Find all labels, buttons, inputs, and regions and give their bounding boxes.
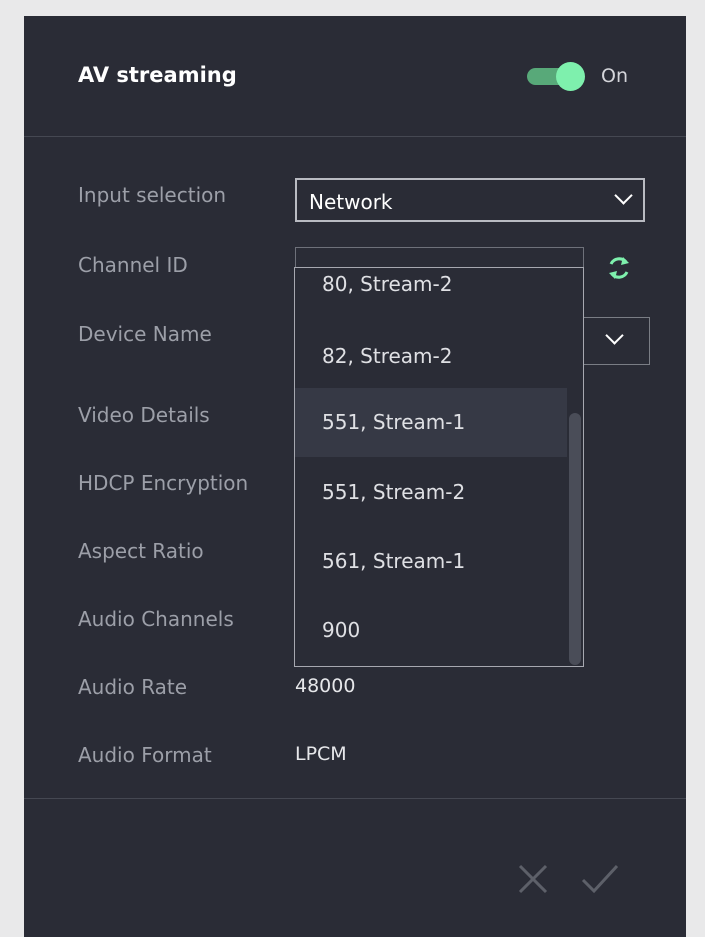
toggle-state-label: On	[601, 65, 628, 87]
dropdown-option[interactable]: 561, Stream-1	[295, 527, 567, 596]
audio-rate-value: 48000	[295, 675, 356, 697]
channel-id-label: Channel ID	[78, 253, 188, 277]
device-name-select[interactable]	[583, 317, 650, 365]
input-selection-select[interactable]: Network	[295, 178, 645, 222]
video-details-label: Video Details	[78, 403, 210, 427]
aspect-ratio-label: Aspect Ratio	[78, 539, 204, 563]
dropdown-option[interactable]: 900	[295, 596, 567, 665]
check-icon[interactable]	[580, 862, 620, 896]
channel-id-dropdown-list[interactable]: 80, Stream-2 82, Stream-2 551, Stream-1 …	[294, 267, 584, 667]
refresh-icon[interactable]	[604, 253, 634, 283]
input-selection-label: Input selection	[78, 183, 227, 207]
close-icon[interactable]	[516, 862, 550, 896]
chevron-down-icon	[614, 186, 633, 205]
dropdown-scrollbar[interactable]	[569, 413, 581, 665]
dropdown-option[interactable]: 82, Stream-2	[295, 322, 567, 391]
audio-format-label: Audio Format	[78, 743, 212, 767]
footer-divider	[24, 798, 686, 799]
av-streaming-panel: AV streaming On Input selection Channel …	[24, 16, 686, 937]
panel-title: AV streaming	[78, 63, 237, 87]
streaming-toggle[interactable]	[527, 62, 585, 91]
audio-channels-label: Audio Channels	[78, 607, 234, 631]
dropdown-option-highlighted[interactable]: 551, Stream-1	[295, 388, 567, 457]
panel-header: AV streaming On	[24, 16, 686, 137]
audio-format-value: LPCM	[295, 743, 347, 765]
chevron-down-icon	[605, 326, 624, 345]
audio-rate-label: Audio Rate	[78, 675, 188, 699]
hdcp-encryption-label: HDCP Encryption	[78, 471, 249, 495]
device-name-label: Device Name	[78, 322, 212, 346]
input-selection-value: Network	[309, 190, 393, 214]
dropdown-option[interactable]: 551, Stream-2	[295, 458, 567, 527]
